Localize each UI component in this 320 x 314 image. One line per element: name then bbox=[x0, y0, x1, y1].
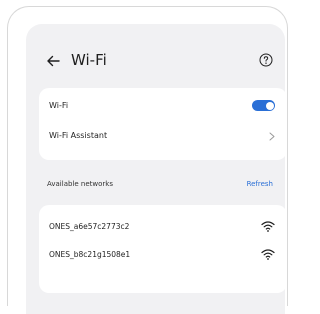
page-title: Wi-Fi bbox=[71, 51, 107, 69]
network-item[interactable]: ONES_a6e57c2773c2 bbox=[49, 217, 277, 237]
wifi-settings-screen: Wi-Fi Wi-Fi Wi-Fi Assistant Available ne… bbox=[26, 24, 287, 314]
back-arrow-icon[interactable] bbox=[46, 55, 60, 67]
wifi-toggle[interactable] bbox=[252, 100, 275, 111]
network-name: ONES_b8c21g1508e1 bbox=[49, 250, 131, 259]
phone-frame: Wi-Fi Wi-Fi Wi-Fi Assistant Available ne… bbox=[7, 6, 288, 314]
network-name: ONES_a6e57c2773c2 bbox=[49, 222, 130, 231]
wifi-signal-icon bbox=[261, 221, 275, 232]
wifi-toggle-row[interactable]: Wi-Fi bbox=[49, 96, 277, 116]
wifi-assistant-row[interactable]: Wi-Fi Assistant bbox=[49, 126, 277, 146]
wifi-label: Wi-Fi bbox=[49, 101, 69, 110]
chevron-right-icon bbox=[269, 132, 275, 141]
help-icon[interactable] bbox=[259, 53, 273, 67]
available-networks-heading: Available networks bbox=[47, 180, 113, 188]
refresh-link[interactable]: Refresh bbox=[247, 178, 273, 190]
header: Wi-Fi bbox=[26, 49, 285, 73]
wifi-settings-card: Wi-Fi Wi-Fi Assistant bbox=[39, 88, 287, 160]
network-item[interactable]: ONES_b8c21g1508e1 bbox=[49, 245, 277, 265]
wifi-assistant-label: Wi-Fi Assistant bbox=[49, 131, 108, 140]
toggle-knob bbox=[265, 101, 274, 110]
wifi-signal-icon bbox=[261, 249, 275, 260]
network-list-card: ONES_a6e57c2773c2 ONES_b8c21g1508e1 bbox=[39, 205, 287, 293]
